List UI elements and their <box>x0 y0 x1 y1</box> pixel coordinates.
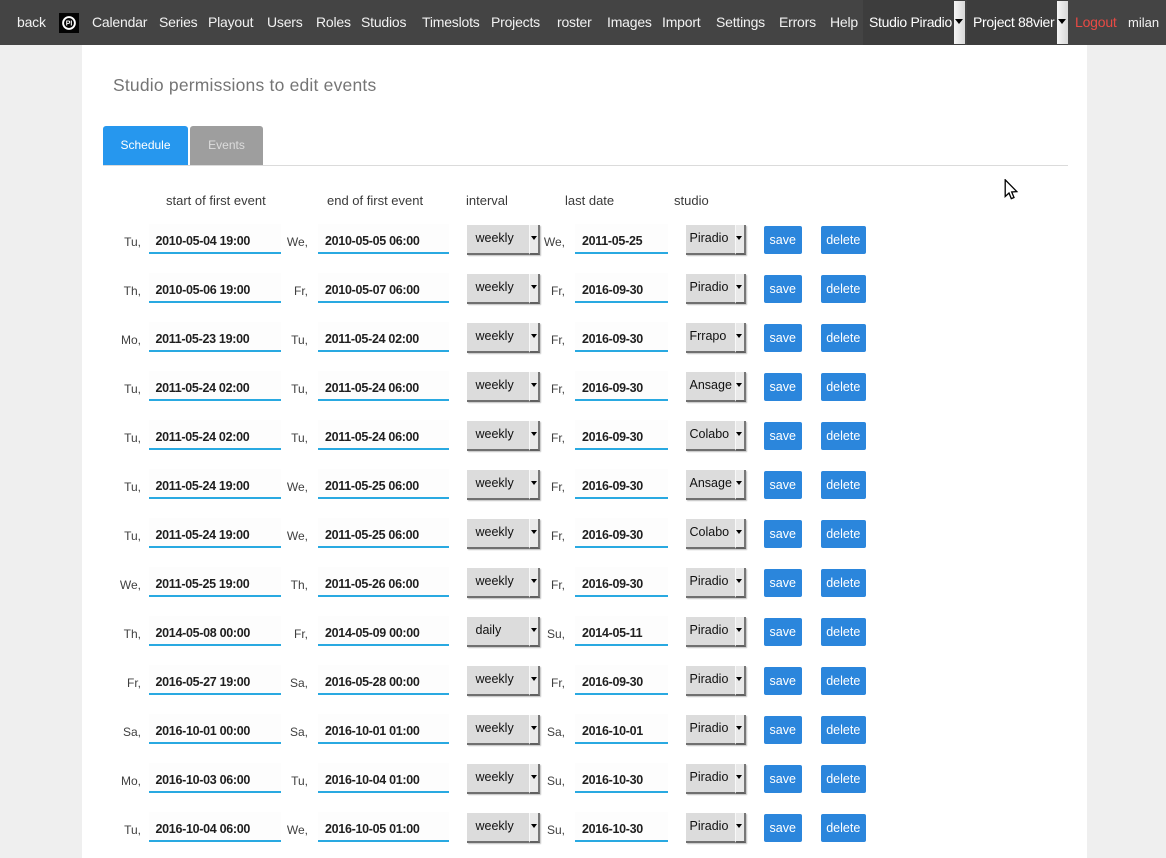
svg-text:PI: PI <box>66 21 73 28</box>
